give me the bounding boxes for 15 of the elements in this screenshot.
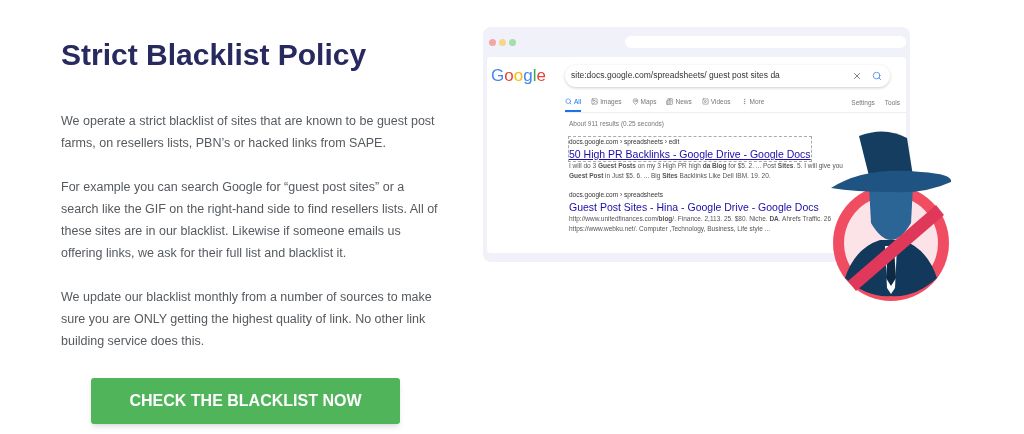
tab-icon: [701, 98, 709, 106]
tab-icon: [631, 98, 639, 106]
search-field[interactable]: site:docs.google.com/spreadsheets/ guest post sites da: [565, 64, 890, 87]
search-query: site:docs.google.com/spreadsheets/ guest post sites da: [571, 69, 781, 83]
body-paragraph: We operate a strict blacklist of sites that are known to be guest post farms, on resellers lists, PBN’s or hacked links from SAPE.: [61, 113, 436, 152]
search-icon[interactable]: [872, 70, 882, 81]
body-paragraph: For example you can search Google for “guest post sites” or a search like the GIF on the right-hand side to find resellers lists. All of these sites are in our blacklist. Likewise if someone emails us offering links, we ask for their full list and blacklist it.: [61, 179, 439, 262]
body-paragraph: We update our blacklist monthly from a number of sources to make sure you are ONLY getting the highest quality of link. No other link building service does this.: [61, 289, 433, 350]
google-logo: Google: [491, 65, 547, 87]
tab-icon: [591, 98, 599, 106]
tab-icon: [666, 98, 674, 106]
check-blacklist-button[interactable]: CHECK THE BLACKLIST NOW: [91, 378, 400, 424]
close-icon[interactable]: [852, 70, 862, 81]
tab-icon: [565, 98, 572, 106]
page-heading: Strict Blacklist Policy: [61, 37, 367, 73]
